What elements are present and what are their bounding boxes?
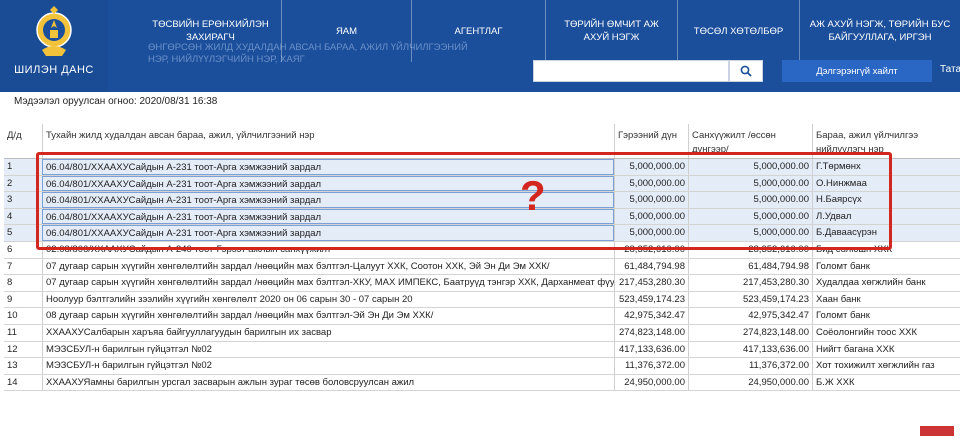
row-supplier: Б.Ж ХХК (812, 374, 960, 391)
row-item-name: 08 дугаар сарын хүүгийн хөнгөлөлтийн зар… (42, 308, 614, 324)
table-row[interactable]: 12 МЭЗСБУЛ-н барилгын гүйцэтгэл №02 417,13… (4, 341, 960, 359)
row-supplier: Голомт банк (812, 308, 960, 324)
row-contract-amount: 274,823,148.00 (614, 324, 688, 341)
table-row[interactable]: 13 МЭЗСБУЛ-н барилгын гүйцэтгэл №02 11,376… (4, 358, 960, 375)
nav-item-business-ngo[interactable]: АЖ АХУЙ НЭГЖ, ТӨРИЙН БУС БАЙГУУЛЛАГА, ИР… (800, 0, 960, 62)
brand-name: ШИЛЭН ДАНС (14, 64, 94, 76)
table-row[interactable]: 7 07 дугаар сарын хүүгийн хөнгөлөлтийн за… (4, 258, 960, 276)
row-contract-amount: 61,484,794.98 (614, 258, 688, 275)
table-row[interactable]: 14 ХХААХУЯамны барилгын урсгал засварын а… (4, 374, 960, 392)
download-link-cut[interactable]: Тата (940, 64, 960, 75)
row-contract-amount: 523,459,174.23 (614, 291, 688, 308)
row-item-name: ХХААХУСалбарын харъяа байгууллагуудын ба… (42, 324, 614, 341)
state-emblem-icon (36, 6, 72, 56)
nav-item-budget-manager[interactable]: ТӨСВИЙН ЕРӨНХИЙЛЭН ЗАХИРАГЧ (140, 0, 282, 62)
row-contract-amount: 24,950,000.00 (614, 374, 688, 391)
table-row[interactable]: 10 08 дугаар сарын хүүгийн хөнгөлөлтийн з… (4, 308, 960, 325)
table-row[interactable]: 11 ХХААХУСалбарын харъяа байгууллагуудын … (4, 324, 960, 342)
updated-timestamp: Мэдээлэл оруулсан огноо: 2020/08/31 16:3… (14, 96, 218, 107)
row-contract-amount: 42,975,342.47 (614, 308, 688, 324)
question-mark-annotation: ? (520, 172, 546, 219)
top-header: ШИЛЭН ДАНС ӨНГӨРСӨН ЖИЛД ХУДАЛДАН АВСАН … (0, 0, 960, 92)
row-supplier: Хот тохижилт хөгжлийн газ (812, 358, 960, 374)
row-supplier: Хаан банк (812, 291, 960, 308)
row-supplier: Соёолонгийн тоос ХХК (812, 324, 960, 341)
row-item-name: ХХААХУЯамны барилгын урсгал засварын ажл… (42, 374, 614, 391)
search-input[interactable] (533, 60, 729, 82)
logo-block[interactable]: ШИЛЭН ДАНС (0, 0, 108, 92)
table-row[interactable]: 9 Ноолуур бэлтгэлийн зээлийн хүүгийн хөнг… (4, 291, 960, 309)
row-index: 13 (7, 360, 18, 372)
row-funding: 24,950,000.00 (688, 374, 812, 391)
search-button[interactable] (729, 60, 763, 82)
highlight-box (36, 152, 892, 250)
nav-item-state-owned[interactable]: ТӨРИЙН ӨМЧИТ АЖ АХУЙ НЭГЖ (546, 0, 678, 62)
row-funding: 274,823,148.00 (688, 324, 812, 341)
row-item-name: 07 дугаар сарын хүүгийн хөнгөлөлтийн зар… (42, 275, 614, 291)
row-funding: 523,459,174.23 (688, 291, 812, 308)
row-funding: 11,376,372.00 (688, 358, 812, 374)
row-index: 10 (7, 310, 18, 322)
row-funding: 61,484,794.98 (688, 258, 812, 275)
row-item-name: 07 дугаар сарын хүүгийн хөнгөлөлтийн зар… (42, 258, 614, 275)
row-supplier: Нийгт багана ХХК (812, 341, 960, 358)
row-contract-amount: 217,453,280.30 (614, 275, 688, 291)
watermark-badge (920, 426, 954, 436)
row-contract-amount: 417,133,636.00 (614, 341, 688, 358)
row-item-name: Ноолуур бэлтгэлийн зээлийн хүүгийн хөнгө… (42, 291, 614, 308)
row-supplier: Голомт банк (812, 258, 960, 275)
row-index: 12 (7, 343, 18, 355)
row-supplier: Худалдаа хөгжлийн банк (812, 275, 960, 291)
row-index: 14 (7, 376, 18, 388)
main-nav: ТӨСВИЙН ЕРӨНХИЙЛЭН ЗАХИРАГЧ ЯАМ АГЕНТЛАГ… (140, 0, 960, 62)
row-contract-amount: 11,376,372.00 (614, 358, 688, 374)
nav-item-projects[interactable]: ТӨСӨЛ ХӨТӨЛБӨР (678, 0, 800, 62)
row-item-name: МЭЗСБУЛ-н барилгын гүйцэтгэл №02 (42, 341, 614, 358)
row-funding: 42,975,342.47 (688, 308, 812, 324)
table-row[interactable]: 8 07 дугаар сарын хүүгийн хөнгөлөлтийн за… (4, 275, 960, 292)
row-item-name: МЭЗСБУЛ-н барилгын гүйцэтгэл №02 (42, 358, 614, 374)
row-index: 8 (7, 277, 13, 289)
row-index: 7 (7, 260, 13, 272)
row-index: 9 (7, 293, 13, 305)
row-index: 11 (7, 326, 17, 338)
row-funding: 217,453,280.30 (688, 275, 812, 291)
nav-item-ministry[interactable]: ЯАМ (282, 0, 412, 62)
nav-item-agency[interactable]: АГЕНТЛАГ (412, 0, 546, 62)
advanced-search-button[interactable]: Дэлгэрэнгүй хайлт (782, 60, 932, 82)
search-icon (740, 65, 752, 77)
row-funding: 417,133,636.00 (688, 341, 812, 358)
